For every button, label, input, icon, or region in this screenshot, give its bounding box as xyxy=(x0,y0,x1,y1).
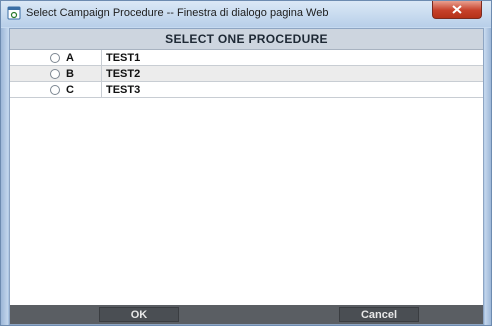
procedure-header: SELECT ONE PROCEDURE xyxy=(10,29,483,50)
list-item[interactable]: B TEST2 xyxy=(10,66,483,82)
option-cell[interactable]: B xyxy=(10,66,102,81)
dialog-window: Select Campaign Procedure -- Finestra di… xyxy=(0,0,492,326)
button-bar: OK Cancel xyxy=(10,305,483,324)
procedure-name: TEST2 xyxy=(106,67,141,80)
ok-button[interactable]: OK xyxy=(99,307,179,322)
option-letter: C xyxy=(66,83,74,96)
option-cell[interactable]: C xyxy=(10,82,102,97)
option-letter: B xyxy=(66,67,74,80)
dialog-content: SELECT ONE PROCEDURE A TEST1 B TEST2 C T… xyxy=(9,28,484,325)
window-border-left xyxy=(1,28,8,325)
title-bar[interactable]: Select Campaign Procedure -- Finestra di… xyxy=(1,1,491,27)
procedure-name: TEST1 xyxy=(106,51,141,64)
radio-button-c[interactable] xyxy=(50,84,60,95)
procedure-list: A TEST1 B TEST2 C TEST3 xyxy=(10,50,483,98)
close-icon xyxy=(452,5,462,14)
option-letter: A xyxy=(66,51,74,64)
radio-button-a[interactable] xyxy=(50,52,60,63)
close-button[interactable] xyxy=(432,1,482,19)
web-page-icon xyxy=(7,6,21,20)
list-item[interactable]: C TEST3 xyxy=(10,82,483,98)
window-border-right xyxy=(485,28,491,325)
option-cell[interactable]: A xyxy=(10,50,102,65)
window-title: Select Campaign Procedure -- Finestra di… xyxy=(26,7,329,19)
radio-button-b[interactable] xyxy=(50,68,60,79)
procedure-name: TEST3 xyxy=(106,83,141,96)
cancel-button[interactable]: Cancel xyxy=(339,307,419,322)
list-item[interactable]: A TEST1 xyxy=(10,50,483,66)
